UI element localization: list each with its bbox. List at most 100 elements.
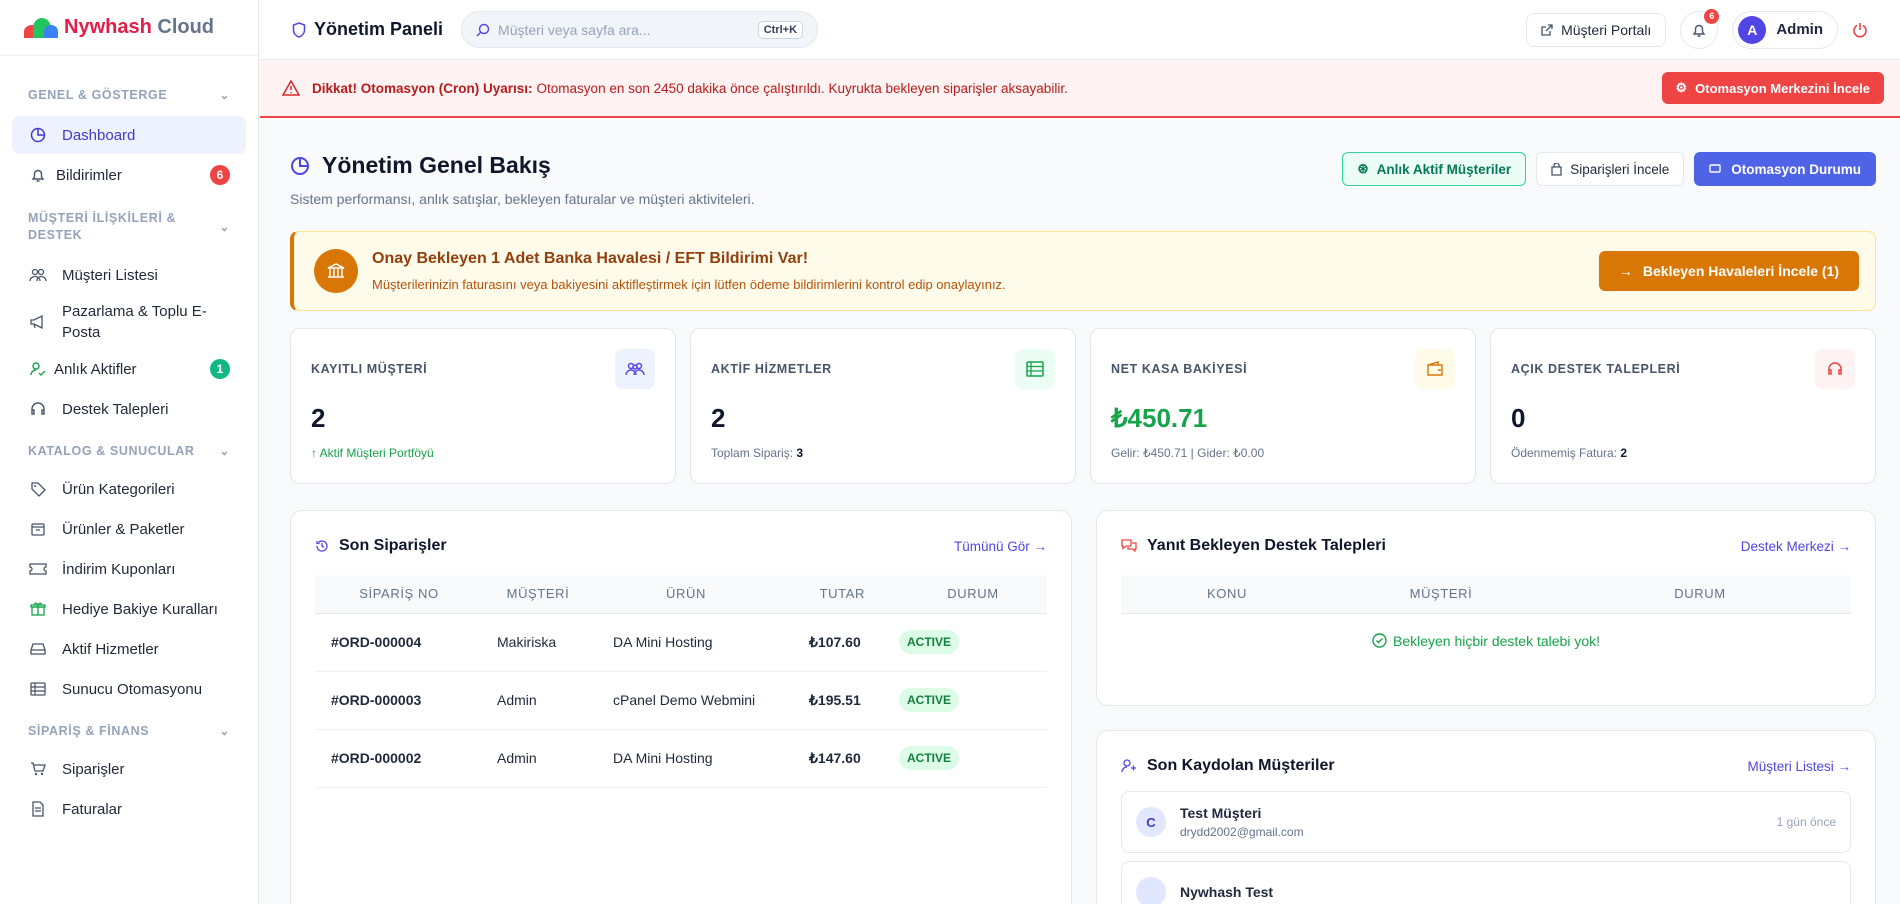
panel-title-text: Yönetim Paneli bbox=[314, 19, 444, 39]
page-subtitle: Sistem performansı, anlık satışlar, bekl… bbox=[290, 191, 755, 207]
card-title: Yanıt Bekleyen Destek Talepleri bbox=[1121, 537, 1386, 555]
order-amount: ₺195.51 bbox=[779, 671, 899, 730]
sidebar-item-label: Müşteri Listesi bbox=[62, 266, 158, 284]
column-header[interactable]: ÜRÜN bbox=[593, 575, 779, 614]
sidebar-item-marketing[interactable]: Pazarlama & Toplu E-Posta bbox=[12, 296, 246, 348]
sidebar-item-label: Ürün Kategorileri bbox=[62, 480, 175, 498]
column-header[interactable]: DURUM bbox=[1549, 575, 1851, 614]
stats-row: KAYITLI MÜŞTERİ 2 ↑ Aktif Müşteri Portfö… bbox=[290, 328, 1876, 484]
list-item[interactable]: Nywhash Test bbox=[1121, 861, 1851, 904]
stat-card-net-balance[interactable]: NET KASA BAKİYESİ ₺450.71 Gelir: ₺450.71… bbox=[1090, 328, 1476, 484]
empty-state: Bekleyen hiçbir destek talebi yok! bbox=[1121, 614, 1851, 668]
gear-icon: ⚙ bbox=[1675, 80, 1688, 95]
order-number[interactable]: #ORD-000003 bbox=[315, 671, 483, 730]
active-count-badge: 1 bbox=[210, 359, 230, 379]
sidebar-item-active-now[interactable]: Anlık Aktifler 1 bbox=[12, 350, 246, 388]
automation-center-label: Otomasyon Merkezini İncele bbox=[1695, 80, 1870, 96]
card-title: Son Siparişler bbox=[315, 537, 447, 555]
active-customers-button[interactable]: ⊛ Anlık Aktif Müşteriler bbox=[1342, 152, 1527, 186]
sidebar-item-coupons[interactable]: İndirim Kuponları bbox=[12, 550, 246, 588]
sidebar-item-orders[interactable]: Siparişler bbox=[12, 750, 246, 788]
customer-portal-button[interactable]: Müşteri Portalı bbox=[1526, 12, 1667, 47]
stat-subtext: ↑ Aktif Müşteri Portföyü bbox=[311, 446, 655, 460]
user-menu[interactable]: A Admin bbox=[1732, 10, 1838, 49]
sidebar-item-label: Sunucu Otomasyonu bbox=[62, 680, 203, 698]
column-header[interactable]: SİPARİŞ NO bbox=[315, 575, 483, 614]
sidebar-item-notifications[interactable]: Bildirimler 6 bbox=[12, 156, 246, 194]
review-orders-button[interactable]: Siparişleri İncele bbox=[1536, 152, 1685, 186]
automation-status-button[interactable]: Otomasyon Durumu bbox=[1694, 152, 1876, 186]
order-number[interactable]: #ORD-000002 bbox=[315, 729, 483, 788]
notifications-button[interactable]: 6 bbox=[1680, 8, 1720, 49]
right-column: Yanıt Bekleyen Destek Talepleri Destek M… bbox=[1096, 510, 1876, 904]
server-list-icon bbox=[28, 679, 48, 699]
brand-logo[interactable]: Nywhash Cloud bbox=[0, 0, 258, 56]
sidebar-item-customer-list[interactable]: Müşteri Listesi bbox=[12, 256, 246, 294]
stat-card-registered-customers[interactable]: KAYITLI MÜŞTERİ 2 ↑ Aktif Müşteri Portfö… bbox=[290, 328, 676, 484]
sidebar-item-support-tickets[interactable]: Destek Talepleri bbox=[12, 390, 246, 428]
list-item[interactable]: C Test Müşteri drydd2002@gmail.com 1 gün… bbox=[1121, 791, 1851, 853]
sidebar-item-label: Siparişler bbox=[62, 760, 125, 778]
panel-title: Yönetim Paneli bbox=[292, 19, 443, 40]
power-logout-icon[interactable] bbox=[1852, 22, 1868, 38]
stat-value: 2 bbox=[711, 403, 726, 433]
review-transfers-button[interactable]: → Bekleyen Havaleleri İncele (1) bbox=[1598, 251, 1859, 291]
review-transfers-label: Bekleyen Havaleleri İncele (1) bbox=[1642, 263, 1839, 279]
sidebar-section-general[interactable]: GENEL & GÖSTERGE ⌄ bbox=[12, 86, 246, 104]
warning-triangle-icon bbox=[282, 80, 300, 96]
sidebar-section-orders-finance[interactable]: SİPARİŞ & FİNANS ⌄ bbox=[12, 722, 246, 740]
column-header[interactable]: TUTAR bbox=[779, 575, 899, 614]
support-center-link[interactable]: Destek Merkezi → bbox=[1741, 539, 1851, 554]
sidebar-item-server-automation[interactable]: Sunucu Otomasyonu bbox=[12, 670, 246, 708]
broadcast-icon: ⊛ bbox=[1357, 161, 1369, 176]
table-row[interactable]: #ORD-000004 Makiriska DA Mini Hosting ₺1… bbox=[315, 613, 1047, 672]
page-title-text: Yönetim Genel Bakış bbox=[322, 152, 551, 178]
chevron-down-icon: ⌄ bbox=[219, 443, 230, 458]
sidebar-item-products[interactable]: Ürünler & Paketler bbox=[12, 510, 246, 548]
card-title-text: Son Kaydolan Müşteriler bbox=[1147, 757, 1335, 774]
column-header[interactable]: MÜŞTERİ bbox=[1333, 575, 1549, 614]
column-header[interactable]: KONU bbox=[1121, 575, 1333, 614]
sidebar-section-catalog[interactable]: KATALOG & SUNUCULAR ⌄ bbox=[12, 442, 246, 460]
automation-center-button[interactable]: ⚙ Otomasyon Merkezini İncele bbox=[1661, 72, 1884, 104]
stat-subtext: Gelir: ₺450.71 | Gider: ₺0.00 bbox=[1111, 446, 1265, 460]
order-product: cPanel Demo Webmini bbox=[593, 671, 779, 730]
sidebar-item-product-categories[interactable]: Ürün Kategorileri bbox=[12, 470, 246, 508]
view-all-orders-link[interactable]: Tümünü Gör → bbox=[954, 539, 1047, 554]
notifications-count-badge: 6 bbox=[1704, 8, 1720, 24]
stat-card-open-tickets[interactable]: AÇIK DESTEK TALEPLERİ 0 Ödenmemiş Fatura… bbox=[1490, 328, 1876, 484]
stat-subtext-label: Toplam Sipariş: bbox=[711, 446, 794, 460]
monitor-icon bbox=[1709, 164, 1721, 174]
table-row[interactable]: #ORD-000003 Admin cPanel Demo Webmini ₺1… bbox=[315, 671, 1047, 730]
section-label: GENEL & GÖSTERGE bbox=[28, 87, 168, 102]
stat-card-active-services[interactable]: AKTİF HİZMETLER 2 Toplam Sipariş: 3 bbox=[690, 328, 1076, 484]
sidebar-item-active-services[interactable]: Aktif Hizmetler bbox=[12, 630, 246, 668]
registered-time: 1 gün önce bbox=[1776, 815, 1836, 829]
card-title-text: Son Siparişler bbox=[339, 537, 447, 554]
sidebar-item-gift-balance[interactable]: Hediye Bakiye Kuralları bbox=[12, 590, 246, 628]
stat-value: 2 bbox=[311, 403, 326, 433]
stat-subtext-value: 2 bbox=[1620, 446, 1628, 460]
customer-email: drydd2002@gmail.com bbox=[1180, 825, 1304, 839]
stat-subtext: Toplam Sipariş: 3 bbox=[711, 446, 1055, 460]
sidebar-item-label: Hediye Bakiye Kuralları bbox=[62, 600, 218, 618]
chevron-down-icon: ⌄ bbox=[219, 723, 230, 738]
customer-list-link[interactable]: Müşteri Listesi → bbox=[1747, 759, 1851, 774]
search-input[interactable]: Müşteri veya sayfa ara... Ctrl+K bbox=[461, 11, 819, 48]
alert-message: Otomasyon en son 2450 dakika önce çalışt… bbox=[536, 80, 1068, 96]
table-row[interactable]: #ORD-000002 Admin DA Mini Hosting ₺147.6… bbox=[315, 729, 1047, 788]
brand-name-part1: Nywhash bbox=[64, 16, 152, 38]
topbar-actions: Müşteri Portalı 6 A Admin bbox=[1526, 8, 1868, 49]
stat-label: AKTİF HİZMETLER bbox=[711, 362, 832, 376]
column-header[interactable]: DURUM bbox=[899, 575, 1047, 614]
order-number[interactable]: #ORD-000004 bbox=[315, 613, 483, 672]
sidebar-item-label: Dashboard bbox=[62, 126, 136, 144]
order-product: DA Mini Hosting bbox=[593, 729, 779, 788]
sidebar-section-crm[interactable]: MÜŞTERİ İLİŞKİLERİ & DESTEK ⌄ bbox=[12, 210, 246, 244]
sidebar-item-invoices[interactable]: Faturalar bbox=[12, 790, 246, 828]
sidebar-item-label: Destek Talepleri bbox=[62, 400, 169, 418]
sidebar-nav: GENEL & GÖSTERGE ⌄ Dashboard Bildirimler … bbox=[0, 56, 258, 828]
column-header[interactable]: MÜŞTERİ bbox=[483, 575, 593, 614]
sidebar-item-label: Ürünler & Paketler bbox=[62, 520, 185, 538]
sidebar-item-dashboard[interactable]: Dashboard bbox=[12, 116, 246, 154]
